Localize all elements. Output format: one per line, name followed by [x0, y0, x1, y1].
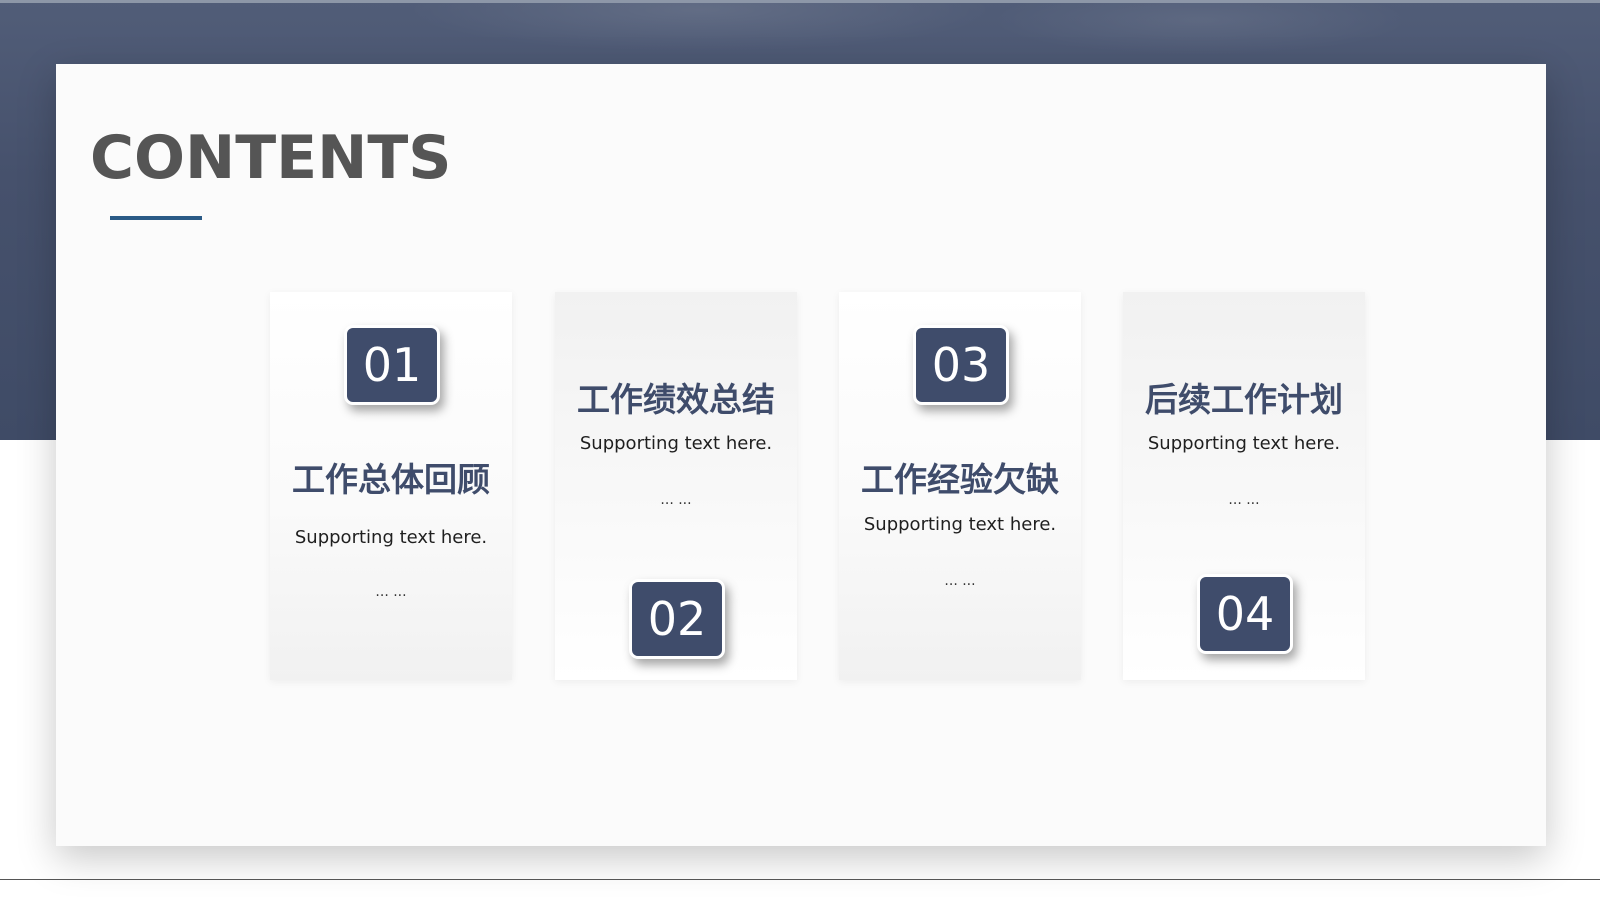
section-ellipsis: ... ... [375, 584, 407, 600]
top-border-line [0, 0, 1600, 3]
section-ellipsis: ... ... [660, 492, 692, 508]
section-card-1: 01 工作总体回顾 Supporting text here. ... ... [270, 292, 512, 680]
title-underline [110, 216, 202, 220]
section-title: 工作总体回顾 [292, 460, 490, 499]
section-card-4: 后续工作计划 Supporting text here. ... ... 04 [1123, 292, 1365, 680]
section-number-badge: 04 [1197, 574, 1293, 654]
section-supporting-text: Supporting text here. [863, 514, 1057, 535]
section-number-badge: 01 [344, 325, 440, 405]
bottom-border-line [0, 879, 1600, 880]
section-supporting-text: Supporting text here. [1147, 433, 1341, 454]
section-ellipsis: ... ... [944, 573, 976, 589]
section-card-2: 工作绩效总结 Supporting text here. ... ... 02 [555, 292, 797, 680]
section-number-badge: 03 [913, 325, 1009, 405]
section-supporting-text: Supporting text here. [579, 433, 773, 454]
section-supporting-text: Supporting text here. [294, 527, 488, 548]
section-title: 工作经验欠缺 [861, 460, 1059, 499]
page-title: CONTENTS [90, 123, 452, 193]
section-title: 工作绩效总结 [577, 380, 775, 419]
section-ellipsis: ... ... [1228, 492, 1260, 508]
section-card-3: 03 工作经验欠缺 Supporting text here. ... ... [839, 292, 1081, 680]
section-title: 后续工作计划 [1145, 380, 1343, 419]
section-number-badge: 02 [629, 579, 725, 659]
